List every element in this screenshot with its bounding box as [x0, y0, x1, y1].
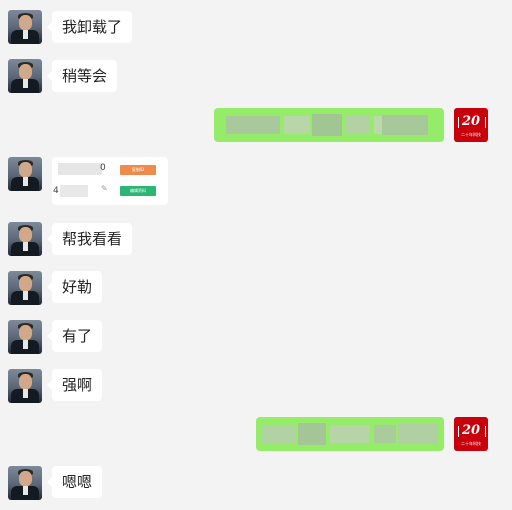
redaction-block: [382, 115, 428, 135]
message-bubble[interactable]: 强啊: [46, 369, 103, 401]
contact-avatar[interactable]: [8, 157, 42, 191]
redaction-block: [284, 116, 310, 134]
contact-avatar[interactable]: [8, 10, 42, 44]
self-message-bubble-redacted[interactable]: [256, 417, 444, 451]
contact-avatar[interactable]: [8, 466, 42, 500]
redaction-block: [298, 423, 326, 445]
redaction-block: [60, 185, 88, 197]
card-line-1-suffix: 0: [100, 163, 106, 173]
message-bubble[interactable]: 好勒: [46, 271, 103, 303]
contact-avatar[interactable]: [8, 369, 42, 403]
self-avatar-badge[interactable]: 20 二十年科技: [454, 108, 488, 142]
redaction-block: [58, 163, 102, 175]
redaction-block: [374, 425, 396, 443]
redaction-block: [346, 116, 370, 134]
redaction-block: [262, 425, 296, 443]
message-bubble[interactable]: 有了: [46, 320, 103, 352]
message-bubble[interactable]: 嗯嗯: [46, 466, 103, 498]
redaction-block: [398, 424, 438, 444]
redaction-block: [330, 425, 370, 443]
contact-avatar[interactable]: [8, 320, 42, 354]
message-bubble[interactable]: 帮我看看: [46, 223, 133, 255]
self-message-bubble-redacted[interactable]: [214, 108, 444, 142]
message-bubble[interactable]: 稍等会: [46, 60, 118, 92]
profile-card-message[interactable]: 0 4 ✎ 复制ID 编辑资料: [52, 157, 168, 205]
contact-avatar[interactable]: [8, 222, 42, 256]
self-avatar-badge[interactable]: 20 二十年科技: [454, 417, 488, 451]
card-line-2-prefix: 4: [53, 186, 59, 196]
redaction-block: [226, 116, 280, 134]
contact-avatar[interactable]: [8, 271, 42, 305]
message-bubble[interactable]: 我卸载了: [46, 11, 133, 43]
edit-profile-button[interactable]: 编辑资料: [120, 186, 156, 196]
redaction-block: [312, 114, 342, 136]
edit-icon: ✎: [101, 184, 108, 193]
contact-avatar[interactable]: [8, 59, 42, 93]
copy-id-button[interactable]: 复制ID: [120, 165, 156, 175]
